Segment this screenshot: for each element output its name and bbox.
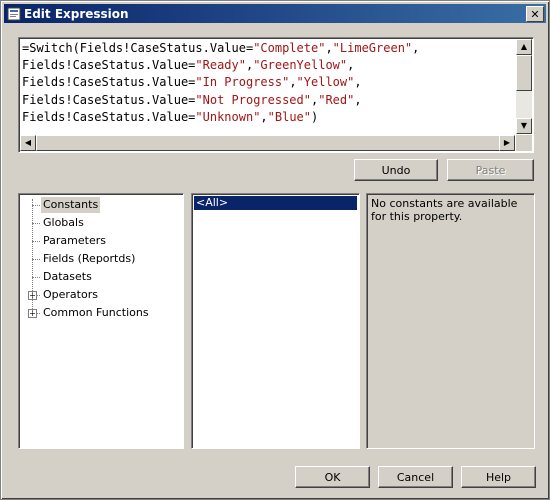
string-literal: "Unknown": [195, 109, 261, 124]
code-token: Fields!CaseStatus.Value=: [22, 92, 196, 107]
code-token: ): [311, 109, 319, 124]
expression-text[interactable]: =Switch(Fields!CaseStatus.Value="Complet…: [22, 40, 515, 134]
code-token: ,: [260, 109, 268, 124]
undo-button[interactable]: Undo: [354, 159, 438, 181]
expression-line: =Switch(Fields!CaseStatus.Value="Complet…: [22, 40, 515, 57]
close-icon: ✕: [530, 7, 540, 21]
tree-item[interactable]: Parameters: [41, 233, 108, 249]
code-token: Fields!CaseStatus.Value=: [22, 109, 196, 124]
scroll-right-button[interactable]: ▶: [499, 135, 515, 151]
edit-expression-dialog: Edit Expression ✕ =Switch(Fields!CaseSta…: [0, 0, 550, 500]
vertical-scrollbar[interactable]: ▲ ▼: [516, 39, 532, 134]
cancel-button[interactable]: Cancel: [378, 466, 453, 488]
horizontal-scrollbar[interactable]: ◀ ▶: [20, 135, 515, 151]
scroll-left-button[interactable]: ◀: [20, 135, 36, 151]
dialog-icon: [7, 7, 21, 20]
expression-line: Fields!CaseStatus.Value="In Progress","Y…: [22, 74, 515, 91]
string-literal: "Yellow": [296, 75, 355, 90]
description-pane: No constants are available for this prop…: [366, 193, 535, 449]
code-token: ,: [354, 75, 362, 90]
arrow-down-icon: ▼: [520, 121, 528, 130]
help-button[interactable]: Help: [461, 466, 536, 488]
scroll-down-button[interactable]: ▼: [516, 118, 532, 134]
horizontal-scroll-thumb[interactable]: [36, 135, 510, 151]
ok-button[interactable]: OK: [295, 466, 370, 488]
description-text: No constants are available for this prop…: [371, 197, 518, 223]
string-literal: "In Progress": [195, 75, 290, 90]
scroll-corner: [516, 135, 532, 151]
expression-line: Fields!CaseStatus.Value="Unknown","Blue"…: [22, 109, 515, 126]
code-token: ,: [325, 41, 333, 55]
string-literal: "LimeGreen": [332, 41, 413, 55]
expression-editor[interactable]: =Switch(Fields!CaseStatus.Value="Complet…: [18, 37, 534, 153]
expression-line: Fields!CaseStatus.Value="Ready","GreenYe…: [22, 57, 515, 74]
paste-button[interactable]: Paste: [447, 159, 534, 181]
arrow-right-icon: ▶: [503, 138, 511, 147]
code-token: Fields!CaseStatus.Value=: [22, 75, 196, 90]
string-literal: "Red": [318, 92, 355, 107]
tree-connector: [32, 241, 40, 242]
string-literal: "Complete": [253, 41, 326, 55]
close-button[interactable]: ✕: [526, 6, 544, 22]
tree-item[interactable]: Operators: [41, 287, 100, 303]
tree-item[interactable]: Datasets: [41, 269, 94, 285]
code-token: Fields!CaseStatus.Value=: [22, 58, 196, 73]
tree-connector: [32, 259, 40, 260]
window-title: Edit Expression: [24, 6, 129, 21]
arrow-left-icon: ◀: [24, 138, 32, 147]
string-literal: "Blue": [267, 109, 312, 124]
tree-connector: [32, 277, 40, 278]
string-literal: "GreenYellow": [253, 58, 348, 73]
item-list[interactable]: <All>: [191, 193, 360, 449]
code-token: ,: [347, 58, 355, 73]
tree-connector: [32, 205, 40, 206]
code-token: ,: [354, 92, 362, 107]
tree-item[interactable]: Globals: [41, 215, 86, 231]
tree-item[interactable]: Constants: [41, 197, 101, 213]
tree-item[interactable]: Common Functions: [41, 305, 151, 321]
vertical-scroll-thumb[interactable]: [516, 55, 532, 91]
string-literal: "Not Progressed": [195, 92, 311, 107]
expression-line: Fields!CaseStatus.Value="Not Progressed"…: [22, 92, 515, 109]
title-bar[interactable]: Edit Expression ✕: [4, 4, 546, 23]
code-token: ,: [289, 75, 297, 90]
arrow-up-icon: ▲: [520, 42, 528, 51]
tree-connector: [32, 199, 33, 313]
code-token: ,: [412, 41, 420, 55]
code-token: =Switch(Fields!CaseStatus.Value=: [22, 41, 254, 55]
category-tree[interactable]: Constants Globals Parameters Fields (Report…: [18, 193, 184, 449]
list-item[interactable]: <All>: [194, 196, 357, 210]
scroll-up-button[interactable]: ▲: [516, 39, 532, 55]
tree-connector: [32, 223, 40, 224]
tree-item[interactable]: Fields (Reportds): [41, 251, 137, 267]
string-literal: "Ready": [195, 58, 246, 73]
